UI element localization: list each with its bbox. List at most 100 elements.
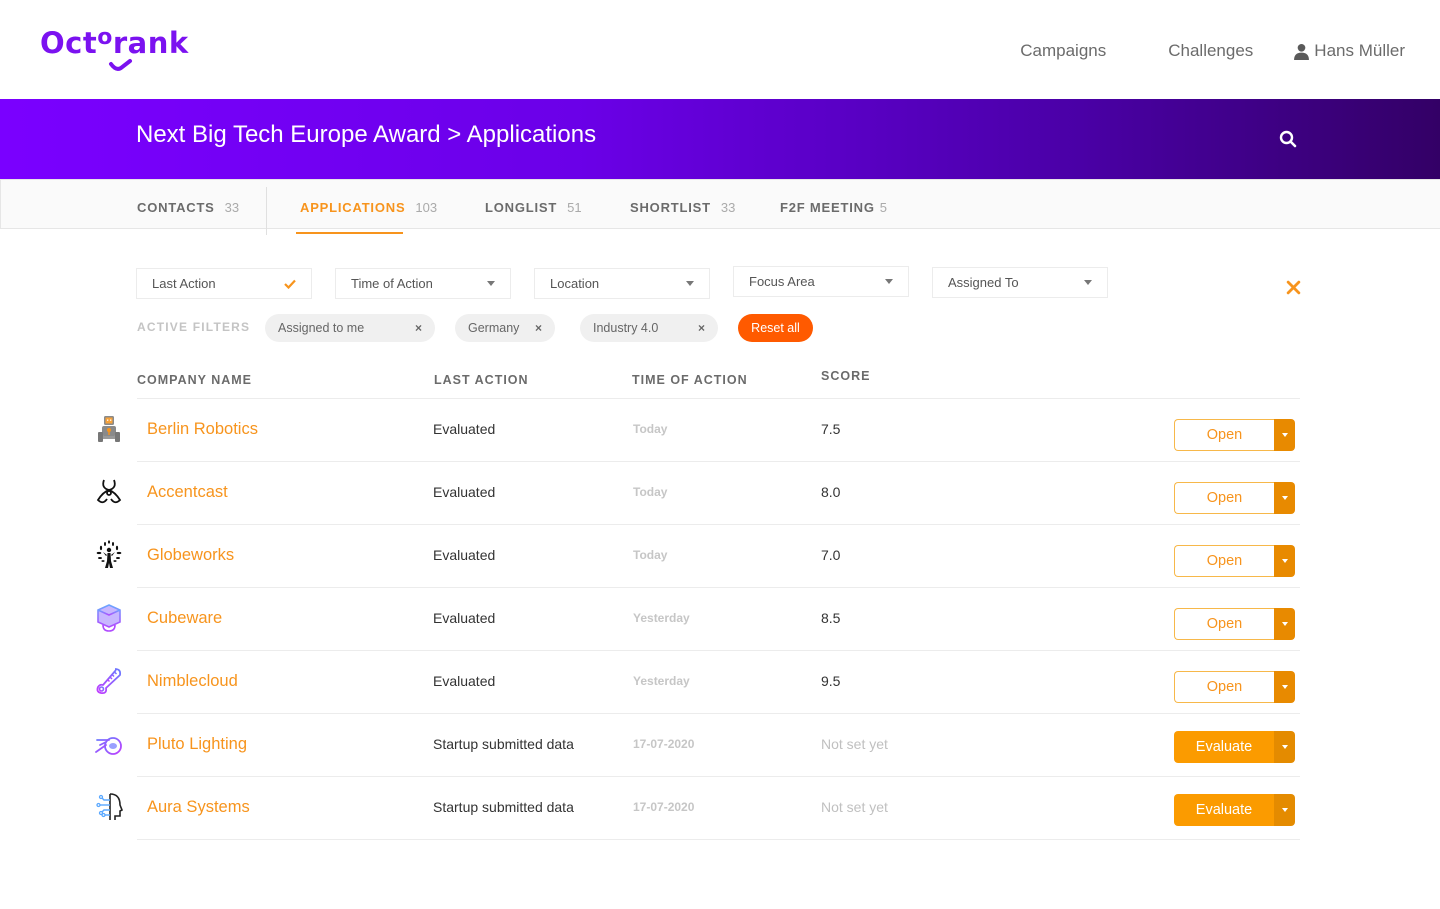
company-name-link[interactable]: Accentcast bbox=[147, 483, 228, 502]
column-header-score[interactable]: SCORE bbox=[821, 369, 870, 383]
company-name-link[interactable]: Aura Systems bbox=[147, 798, 250, 817]
remove-filter-icon[interactable]: × bbox=[535, 321, 542, 335]
table-row: Nimblecloud Evaluated Yesterday 9.5 Open bbox=[0, 651, 1440, 714]
active-tab-indicator bbox=[296, 232, 403, 234]
nav-challenges[interactable]: Challenges bbox=[1168, 41, 1253, 61]
filter-focus-area[interactable]: Focus Area bbox=[733, 266, 909, 297]
column-header-time[interactable]: TIME OF ACTION bbox=[632, 373, 748, 387]
time-of-action: 17-07-2020 bbox=[633, 737, 695, 751]
evaluate-button[interactable]: Evaluate bbox=[1174, 731, 1274, 763]
select-label: Time of Action bbox=[351, 276, 433, 291]
score: Not set yet bbox=[821, 736, 888, 752]
table-row: Berlin Robotics Evaluated Today 7.5 Open bbox=[0, 399, 1440, 462]
row-action-split-button: Open bbox=[1174, 419, 1295, 451]
reset-all-button[interactable]: Reset all bbox=[738, 314, 813, 342]
caret-down-icon bbox=[1281, 496, 1288, 500]
row-action-split-button: Open bbox=[1174, 545, 1295, 577]
tab-label: APPLICATIONS bbox=[300, 200, 406, 215]
logo-part: Oct bbox=[40, 26, 98, 60]
user-menu[interactable]: Hans Müller bbox=[1293, 41, 1405, 61]
table-row: Pluto Lighting Startup submitted data 17… bbox=[0, 714, 1440, 777]
nav-campaigns[interactable]: Campaigns bbox=[1020, 41, 1106, 61]
caret-down-icon bbox=[1281, 685, 1288, 689]
row-action-dropdown[interactable] bbox=[1274, 482, 1295, 514]
tab-longlist[interactable]: LONGLIST 51 bbox=[485, 200, 582, 215]
close-icon[interactable] bbox=[1286, 280, 1301, 295]
score: 8.0 bbox=[821, 484, 841, 500]
caret-down-icon bbox=[1281, 433, 1288, 437]
tab-label: CONTACTS bbox=[137, 200, 215, 215]
row-divider bbox=[137, 839, 1300, 840]
tab-f2f-meeting[interactable]: F2F MEETING 5 bbox=[780, 200, 887, 215]
chevron-down-icon bbox=[686, 281, 694, 286]
checkmark-icon bbox=[284, 279, 296, 289]
blender-icon bbox=[93, 728, 125, 760]
tab-count: 51 bbox=[567, 200, 582, 215]
filter-chip-germany: Germany × bbox=[455, 314, 555, 342]
row-action-dropdown[interactable] bbox=[1274, 545, 1295, 577]
tab-shortlist[interactable]: SHORTLIST 33 bbox=[630, 200, 735, 215]
company-name-link[interactable]: Nimblecloud bbox=[147, 672, 238, 691]
row-action-dropdown[interactable] bbox=[1274, 794, 1295, 826]
octorank-logo[interactable]: Octorank bbox=[40, 25, 200, 76]
caret-down-icon bbox=[1281, 559, 1288, 563]
open-button[interactable]: Open bbox=[1174, 419, 1274, 451]
select-label: Focus Area bbox=[749, 274, 815, 289]
filter-time-of-action[interactable]: Time of Action bbox=[335, 268, 511, 299]
active-filters-label: ACTIVE FILTERS bbox=[137, 320, 251, 334]
row-action-split-button: Open bbox=[1174, 671, 1295, 703]
open-button[interactable]: Open bbox=[1174, 545, 1274, 577]
chip-label: Industry 4.0 bbox=[593, 321, 659, 335]
column-header-last-action[interactable]: LAST ACTION bbox=[434, 373, 529, 387]
last-action: Evaluated bbox=[433, 547, 496, 563]
company-name-link[interactable]: Globeworks bbox=[147, 546, 234, 565]
tab-contacts[interactable]: CONTACTS 33 bbox=[137, 200, 239, 215]
tab-divider bbox=[266, 187, 267, 235]
last-action: Startup submitted data bbox=[433, 736, 574, 752]
robot-icon bbox=[93, 413, 125, 445]
row-action-dropdown[interactable] bbox=[1274, 731, 1295, 763]
filter-location[interactable]: Location bbox=[534, 268, 710, 299]
row-action-dropdown[interactable] bbox=[1274, 608, 1295, 640]
ai-head-icon bbox=[93, 791, 125, 823]
row-action-split-button: Open bbox=[1174, 608, 1295, 640]
row-action-dropdown[interactable] bbox=[1274, 671, 1295, 703]
tree-person-icon bbox=[93, 539, 125, 571]
time-of-action: Today bbox=[633, 422, 668, 436]
time-of-action: Yesterday bbox=[633, 611, 690, 625]
filter-assigned-to[interactable]: Assigned To bbox=[932, 267, 1108, 298]
top-navigation-bar: Octorank Campaigns Challenges Hans Mülle… bbox=[0, 0, 1440, 99]
filter-chip-industry: Industry 4.0 × bbox=[580, 314, 718, 342]
open-button[interactable]: Open bbox=[1174, 482, 1274, 514]
biohazard-icon bbox=[93, 476, 125, 508]
table-row: Cubeware Evaluated Yesterday 8.5 Open bbox=[0, 588, 1440, 651]
caret-down-icon bbox=[1281, 808, 1288, 812]
select-label: Assigned To bbox=[948, 275, 1019, 290]
tab-applications[interactable]: APPLICATIONS 103 bbox=[300, 200, 437, 215]
last-action: Evaluated bbox=[433, 610, 496, 626]
score: 7.0 bbox=[821, 547, 841, 563]
chevron-down-icon bbox=[487, 281, 495, 286]
chip-label: Assigned to me bbox=[278, 321, 365, 335]
table-row: Globeworks Evaluated Today 7.0 Open bbox=[0, 525, 1440, 588]
company-name-link[interactable]: Berlin Robotics bbox=[147, 420, 258, 439]
company-name-link[interactable]: Pluto Lighting bbox=[147, 735, 247, 754]
open-button[interactable]: Open bbox=[1174, 671, 1274, 703]
evaluate-button[interactable]: Evaluate bbox=[1174, 794, 1274, 826]
row-action-dropdown[interactable] bbox=[1274, 419, 1295, 451]
table-row: Accentcast Evaluated Today 8.0 Open bbox=[0, 462, 1440, 525]
search-icon[interactable] bbox=[1279, 130, 1297, 148]
tab-label: LONGLIST bbox=[485, 200, 558, 215]
filter-last-action[interactable]: Last Action bbox=[136, 268, 312, 299]
remove-filter-icon[interactable]: × bbox=[415, 321, 422, 335]
company-name-link[interactable]: Cubeware bbox=[147, 609, 222, 628]
tab-label: SHORTLIST bbox=[630, 200, 711, 215]
time-of-action: Yesterday bbox=[633, 674, 690, 688]
open-button[interactable]: Open bbox=[1174, 608, 1274, 640]
time-of-action: Today bbox=[633, 485, 668, 499]
filter-chip-assigned: Assigned to me × bbox=[265, 314, 435, 342]
remove-filter-icon[interactable]: × bbox=[698, 321, 705, 335]
row-action-split-button: Evaluate bbox=[1174, 731, 1295, 763]
column-header-company[interactable]: COMPANY NAME bbox=[137, 373, 252, 387]
tab-count: 103 bbox=[415, 200, 438, 215]
